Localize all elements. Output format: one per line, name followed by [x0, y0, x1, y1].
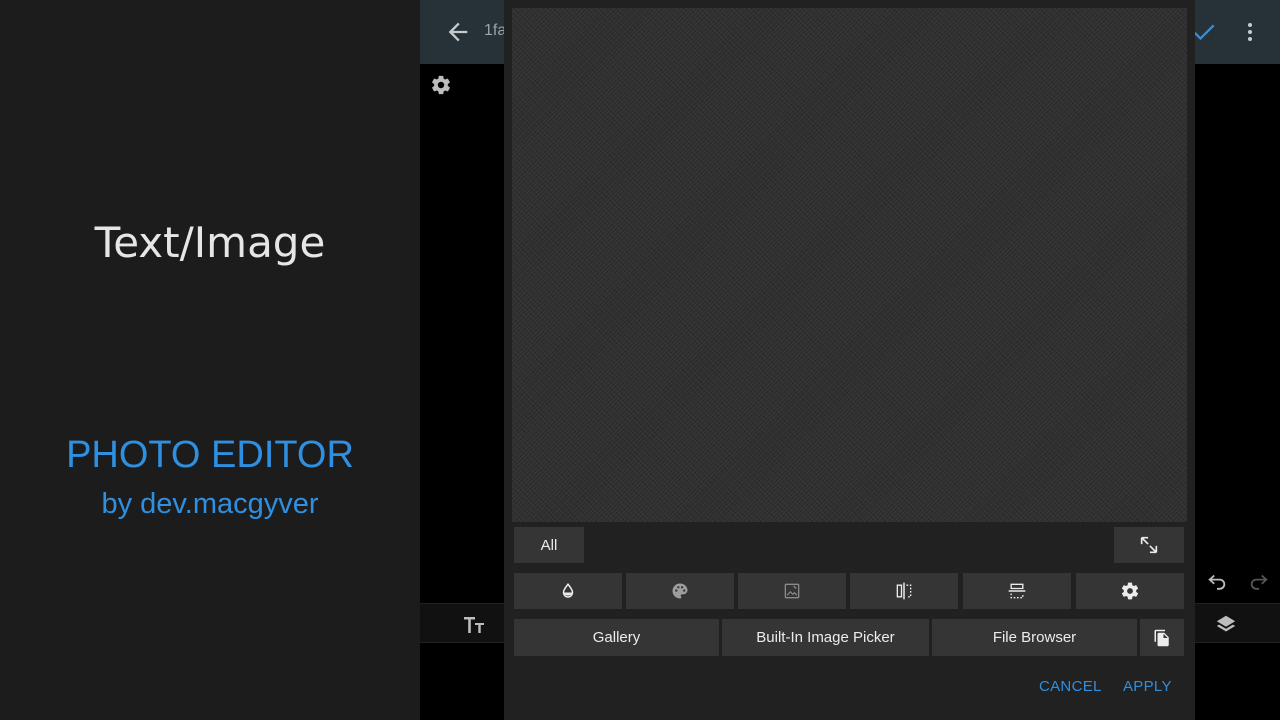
promo-title: Text/Image [94, 218, 326, 267]
opacity-button[interactable] [514, 573, 622, 609]
image-edit-icon [784, 583, 800, 599]
file-browser-button[interactable]: File Browser [932, 619, 1137, 656]
cancel-button[interactable]: CANCEL [1039, 678, 1102, 695]
settings-button[interactable] [1076, 573, 1184, 609]
image-preview[interactable] [512, 8, 1187, 522]
gallery-button[interactable]: Gallery [514, 619, 719, 656]
palette-icon [672, 583, 688, 599]
gear-icon[interactable] [430, 74, 452, 96]
apply-button[interactable]: APPLY [1123, 678, 1172, 695]
more-vert-icon[interactable] [1238, 18, 1262, 46]
layers-icon[interactable] [1214, 613, 1238, 635]
image-picker-dialog: All Gallery Built-In Image Picker File B… [504, 0, 1195, 720]
category-all-button[interactable]: All [514, 527, 584, 563]
flip-vertical-button[interactable] [963, 573, 1071, 609]
flip-vertical-icon [1008, 583, 1026, 599]
paste-button[interactable] [1140, 619, 1184, 656]
undo-icon[interactable] [1206, 570, 1228, 592]
palette-button[interactable] [626, 573, 734, 609]
file-name: 1fa [484, 22, 507, 39]
promo-app-name: PHOTO EDITOR [66, 434, 354, 476]
back-arrow-icon[interactable] [444, 18, 472, 46]
builtin-image-picker-button[interactable]: Built-In Image Picker [722, 619, 929, 656]
expand-button[interactable] [1114, 527, 1184, 563]
opacity-icon [562, 583, 574, 598]
text-tool-icon[interactable] [462, 614, 486, 636]
expand-icon [1140, 536, 1158, 554]
promo-panel: Text/Image PHOTO EDITOR by dev.macgyver [0, 0, 420, 720]
redo-icon[interactable] [1248, 570, 1270, 592]
settings-icon [1121, 582, 1139, 600]
flip-horizontal-icon [896, 582, 912, 600]
paste-icon [1154, 629, 1169, 646]
promo-byline: by dev.macgyver [101, 488, 319, 520]
flip-horizontal-button[interactable] [850, 573, 958, 609]
image-edit-button[interactable] [738, 573, 846, 609]
